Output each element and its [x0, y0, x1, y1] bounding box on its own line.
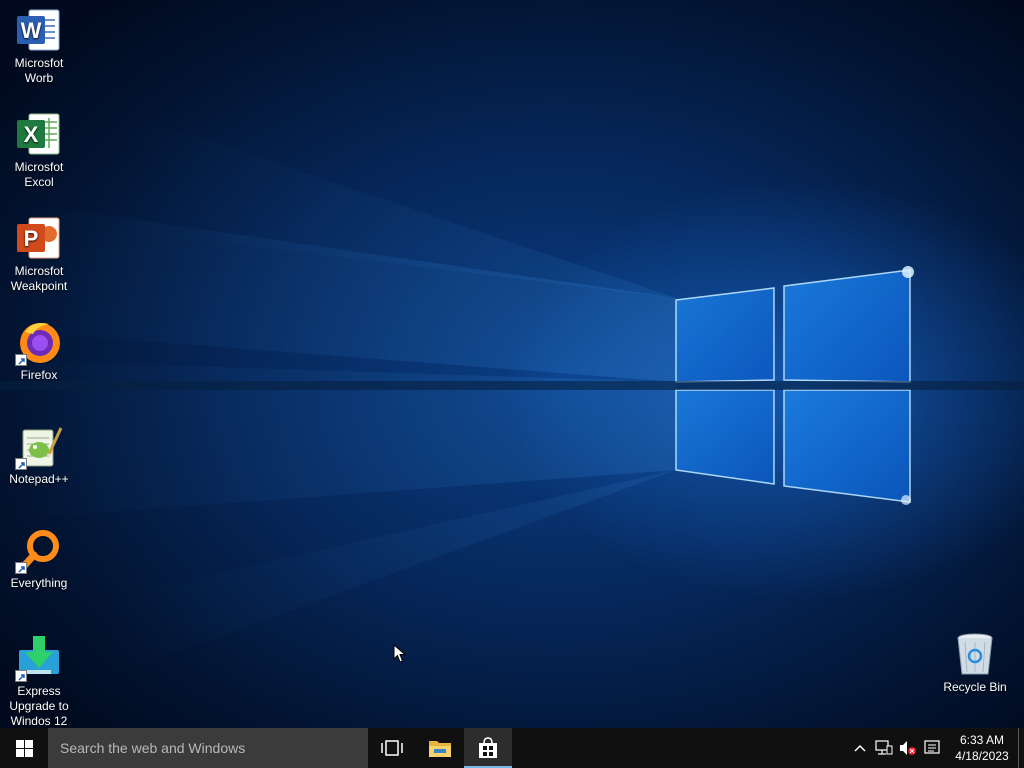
- taskbar: Search the web and Windows 6:33 AM 4/18/…: [0, 728, 1024, 768]
- desktop-icon-label: Express Upgrade to Windos 12: [9, 684, 69, 728]
- desktop-icon-firefox[interactable]: Firefox: [1, 318, 77, 383]
- start-button[interactable]: [0, 728, 48, 768]
- desktop-icon-label: Microsfot Worb: [14, 56, 64, 85]
- windows-hero-wallpaper: [0, 110, 1024, 680]
- network-icon[interactable]: [872, 728, 896, 768]
- shortcut-arrow-icon: [15, 670, 27, 682]
- svg-text:P: P: [24, 226, 39, 251]
- system-tray: 6:33 AM 4/18/2023: [848, 728, 1024, 768]
- desktop-icon-word[interactable]: W Microsfot Worb: [1, 6, 77, 86]
- desktop-icon-label: Microsfot Weakpoint: [10, 264, 68, 293]
- desktop[interactable]: W Microsfot Worb X Microsfot Excol P Mic…: [0, 0, 1024, 728]
- desktop-icon-everything[interactable]: Everything: [1, 526, 77, 591]
- volume-muted-icon[interactable]: [896, 728, 920, 768]
- everything-search-icon: [15, 526, 63, 574]
- clock-time: 6:33 AM: [959, 733, 1005, 747]
- windows-logo-icon: [15, 739, 33, 757]
- action-center-icon[interactable]: [920, 728, 944, 768]
- download-arrow-icon: [15, 634, 63, 682]
- shortcut-arrow-icon: [15, 562, 27, 574]
- file-explorer-button[interactable]: [416, 728, 464, 768]
- recycle-bin-icon: [951, 630, 999, 678]
- desktop-icon-recycle-bin[interactable]: Recycle Bin: [937, 630, 1013, 695]
- desktop-icon-label: Microsfot Excol: [14, 160, 64, 189]
- word-icon: W: [15, 6, 63, 54]
- desktop-icon-notepadpp[interactable]: Notepad++: [1, 422, 77, 487]
- mouse-cursor-icon: [393, 644, 407, 663]
- powerpoint-icon: P: [15, 214, 63, 262]
- folder-icon: [429, 741, 451, 757]
- desktop-icon-excel[interactable]: X Microsfot Excol: [1, 110, 77, 190]
- desktop-icon-label: Firefox: [20, 368, 58, 382]
- shortcut-arrow-icon: [15, 354, 27, 366]
- firefox-icon: [15, 318, 63, 366]
- desktop-icon-powerpoint[interactable]: P Microsfot Weakpoint: [1, 214, 77, 294]
- notepadpp-icon: [15, 422, 63, 470]
- shortcut-arrow-icon: [15, 458, 27, 470]
- chevron-up-icon[interactable]: [848, 728, 872, 768]
- desktop-icon-label: Everything: [10, 576, 68, 590]
- store-button[interactable]: [464, 728, 512, 768]
- desktop-icon-express-upgrade[interactable]: Express Upgrade to Windos 12: [1, 634, 77, 728]
- clock-date: 4/18/2023: [955, 749, 1009, 763]
- desktop-icon-label: Recycle Bin: [943, 680, 1007, 694]
- store-bag-icon: [479, 737, 497, 758]
- svg-text:X: X: [24, 122, 39, 147]
- search-placeholder: Search the web and Windows: [60, 740, 246, 756]
- clock[interactable]: 6:33 AM 4/18/2023: [950, 732, 1014, 764]
- svg-text:W: W: [21, 18, 42, 43]
- task-view-icon: [381, 740, 403, 756]
- search-input[interactable]: Search the web and Windows: [48, 728, 368, 768]
- show-desktop-button[interactable]: [1018, 728, 1024, 768]
- desktop-icon-label: Notepad++: [9, 472, 69, 486]
- excel-icon: X: [15, 110, 63, 158]
- task-view-button[interactable]: [368, 728, 416, 768]
